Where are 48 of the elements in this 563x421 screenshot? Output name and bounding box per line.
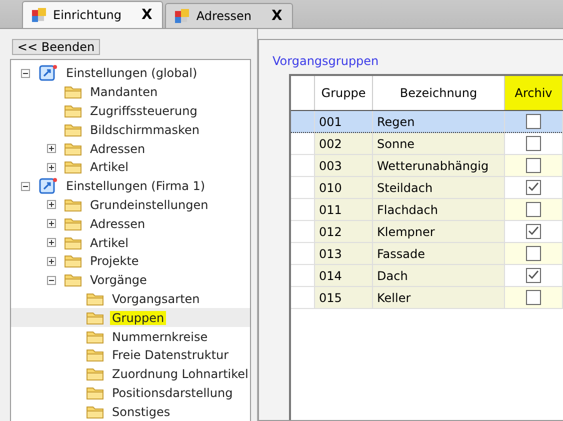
table-cell: 003	[314, 154, 372, 176]
tree-item[interactable]: Adressen	[11, 214, 250, 234]
table-cell: Fassade	[372, 242, 504, 264]
tab-label: Adressen	[196, 9, 252, 23]
table-cell: Regen	[372, 110, 504, 132]
tree-item[interactable]: Mandanten	[11, 82, 250, 102]
tab[interactable]: Adressen X	[165, 3, 294, 28]
table-cell: 011	[314, 198, 372, 220]
tab-label: Einrichtung	[53, 8, 122, 22]
column-header[interactable]: Archiv	[504, 76, 562, 110]
tree-item[interactable]: Vorgänge	[11, 270, 250, 290]
tree-item[interactable]: Gruppen	[11, 308, 250, 328]
tree-item[interactable]: Einstellungen (Firma 1)	[11, 176, 250, 196]
tree-item[interactable]: Zuordnung Lohnartikel	[11, 364, 250, 384]
group-title: Vorgangsgruppen	[272, 54, 380, 68]
tree-item[interactable]: Freie Datenstruktur	[11, 346, 250, 365]
table-cell: 010	[314, 176, 372, 198]
table-cell: Sonne	[372, 132, 504, 154]
tree-item[interactable]: Artikel	[11, 233, 250, 252]
table-cell: Flachdach	[372, 198, 504, 220]
table-cell: 013	[314, 242, 372, 264]
column-header[interactable]: Gruppe	[314, 76, 372, 110]
tree-item[interactable]: Nummernkreise	[11, 327, 250, 346]
table-cell: Wetterunabhängig	[372, 154, 504, 176]
tree-item[interactable]: Bildschirmmasken	[11, 120, 250, 140]
table-cell: Klempner	[372, 220, 504, 242]
table-cell: Keller	[372, 286, 504, 308]
tree-item[interactable]: Projekte	[11, 252, 250, 271]
table-cell: Dach	[372, 264, 504, 286]
tree-item[interactable]: Zugriffssteuerung	[11, 102, 250, 120]
tree-item[interactable]: Artikel	[11, 158, 250, 177]
tree-item[interactable]: Positionsdarstellung	[11, 384, 250, 402]
table-cell: Steildach	[372, 176, 504, 198]
back-button[interactable]: << Beenden	[12, 39, 100, 55]
table-cell: 001	[314, 110, 372, 132]
table-cell: 015	[314, 286, 372, 308]
tree-item[interactable]: Einstellungen (global)	[11, 64, 250, 83]
tree-item[interactable]: Grundeinstellungen	[11, 196, 250, 214]
tree-item[interactable]: Vorgangsarten	[11, 290, 250, 308]
close-button[interactable]: X	[272, 8, 282, 24]
column-header[interactable]: Bezeichnung	[372, 76, 504, 110]
table-cell: 014	[314, 264, 372, 286]
tree-item[interactable]: Adressen	[11, 139, 250, 158]
table-cell: 012	[314, 220, 372, 242]
close-button[interactable]: X	[142, 7, 152, 23]
tab[interactable]: Einrichtung X	[22, 1, 164, 28]
tree-item[interactable]: Sonstiges	[11, 402, 250, 421]
table-cell: 002	[314, 132, 372, 154]
